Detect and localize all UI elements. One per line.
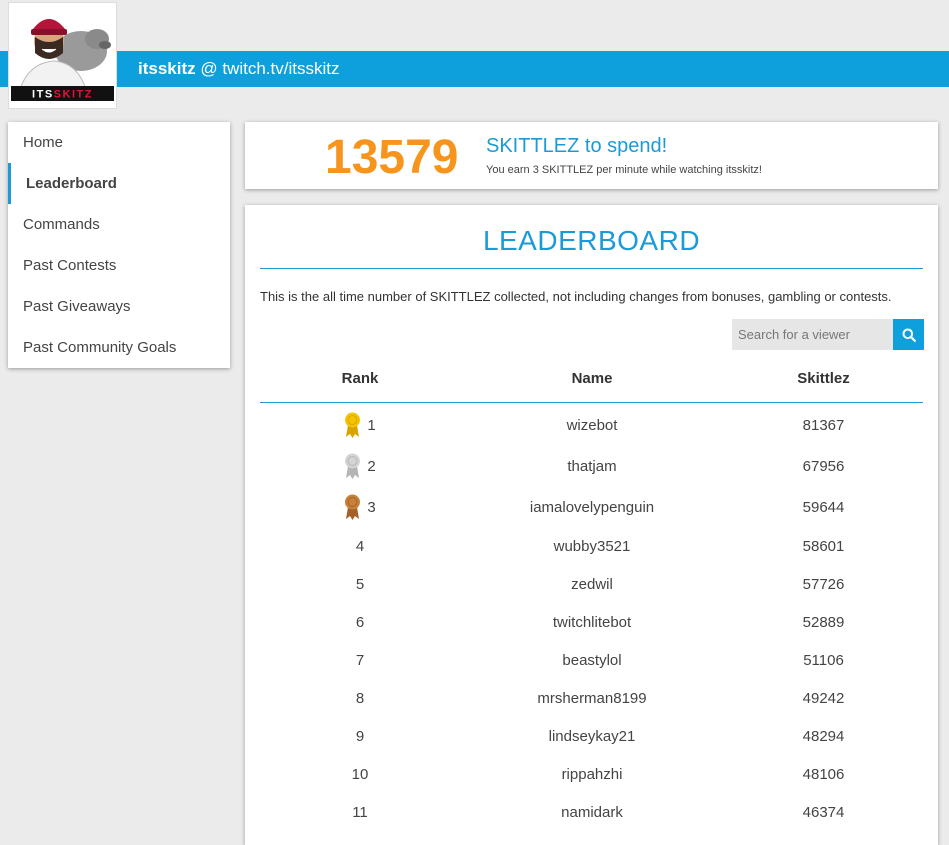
points-cell: 48106 [802, 766, 845, 783]
table-row: 8 mrsherman8199 49242 [260, 680, 923, 718]
leaderboard-table-body: 1 wizebot 81367 2 thatjam 67956 3 iamalovelypen… [260, 405, 923, 832]
viewer-name[interactable]: thatjam [460, 446, 724, 487]
avatar-illustration: ITSSKITZ [9, 3, 116, 108]
table-row: 3 iamalovelypenguin 59644 [260, 487, 923, 528]
points-cell: 59644 [802, 499, 845, 516]
table-row: 2 thatjam 67956 [260, 446, 923, 487]
rank-cell: 7 [260, 642, 460, 680]
table-row: 4 wubby3521 58601 [260, 528, 923, 566]
rank-content: 8 [356, 680, 364, 718]
channel-name: itsskitz [138, 59, 196, 78]
channel-title: itsskitz @ twitch.tv/itsskitz [138, 51, 339, 87]
rank-content: 9 [356, 718, 364, 756]
table-row: 11 namidark 46374 [260, 794, 923, 832]
sidebar-item-commands[interactable]: Commands [8, 204, 230, 245]
table-row: 10 rippahzhi 48106 [260, 756, 923, 794]
search-input[interactable] [732, 319, 893, 350]
column-header-name[interactable]: Name [460, 370, 724, 387]
channel-avatar[interactable]: ITSSKITZ [8, 2, 117, 109]
rank-cell: 10 [260, 756, 460, 794]
table-row: 5 zedwil 57726 [260, 566, 923, 604]
points-card: 13579 SKITTLEZ to spend! You earn 3 SKIT… [245, 122, 938, 189]
rank-number: 2 [367, 458, 376, 475]
rank-number: 8 [355, 690, 365, 707]
rank-content: 7 [356, 642, 364, 680]
rank-cell: 8 [260, 680, 460, 718]
rank-number: 10 [351, 766, 369, 783]
sidebar-item-home[interactable]: Home [8, 122, 230, 163]
rank-number: 5 [355, 576, 365, 593]
points-cell: 46374 [802, 804, 845, 821]
table-row: 7 beastylol 51106 [260, 642, 923, 680]
search-button[interactable] [893, 319, 924, 350]
rank-content: 3 [344, 487, 376, 528]
points-title: SKITTLEZ to spend! [486, 135, 668, 157]
rank-content: 11 [352, 794, 368, 832]
bronze-medal-icon [345, 494, 361, 520]
viewer-name[interactable]: wubby3521 [460, 528, 724, 566]
leaderboard-card: LEADERBOARD This is the all time number … [245, 205, 938, 845]
column-header-rank[interactable]: Rank [260, 370, 460, 387]
table-row: 1 wizebot 81367 [260, 405, 923, 446]
rank-content: 10 [352, 756, 369, 794]
search-icon [902, 328, 916, 342]
column-header-points[interactable]: Skittlez [724, 370, 923, 387]
header-divider [260, 402, 923, 403]
svg-text:ITSSKITZ: ITSSKITZ [32, 89, 93, 101]
page-title: LEADERBOARD [482, 225, 701, 256]
points-cell: 81367 [802, 417, 845, 434]
rank-cell: 4 [260, 528, 460, 566]
silver-medal-icon [345, 453, 361, 479]
leaderboard-description: This is the all time number of SKITTLEZ … [260, 289, 892, 304]
viewer-name[interactable]: zedwil [460, 566, 724, 604]
viewer-name[interactable]: namidark [460, 794, 724, 832]
rank-cell: 6 [260, 604, 460, 642]
points-cell: 67956 [802, 458, 845, 475]
points-cell: 49242 [802, 690, 845, 707]
points-cell: 58601 [802, 538, 845, 555]
gold-medal-icon [345, 412, 361, 438]
viewer-name[interactable]: twitchlitebot [460, 604, 724, 642]
sidebar-item-past-contests[interactable]: Past Contests [8, 245, 230, 286]
points-cell: 48294 [802, 728, 845, 745]
rank-cell: 5 [260, 566, 460, 604]
table-row: 9 lindseykay21 48294 [260, 718, 923, 756]
rank-cell: 9 [260, 718, 460, 756]
title-divider [260, 268, 923, 269]
rank-content: 5 [356, 566, 364, 604]
viewer-name[interactable]: mrsherman8199 [460, 680, 724, 718]
rank-number: 7 [355, 652, 365, 669]
viewer-name[interactable]: wizebot [460, 405, 724, 446]
points-cell: 57726 [802, 576, 845, 593]
points-balance: 13579 [325, 131, 459, 184]
rank-number: 9 [355, 728, 365, 745]
rank-cell: 11 [260, 794, 460, 832]
channel-link[interactable]: @ twitch.tv/itsskitz [200, 59, 339, 78]
rank-content: 2 [344, 446, 376, 487]
rank-content: 4 [356, 528, 364, 566]
rank-number: 3 [367, 499, 376, 516]
viewer-name[interactable]: beastylol [460, 642, 724, 680]
viewer-name[interactable]: rippahzhi [460, 756, 724, 794]
table-header: Rank Name Skittlez [260, 370, 923, 402]
viewer-name[interactable]: iamalovelypenguin [460, 487, 724, 528]
sidebar-nav: Home Leaderboard Commands Past Contests … [8, 122, 230, 368]
sidebar-item-past-giveaways[interactable]: Past Giveaways [8, 286, 230, 327]
rank-content: 6 [356, 604, 364, 642]
table-row: 6 twitchlitebot 52889 [260, 604, 923, 642]
points-cell: 51106 [803, 652, 844, 669]
points-cell: 52889 [802, 614, 845, 631]
viewer-name[interactable]: lindseykay21 [460, 718, 724, 756]
points-subtitle: You earn 3 SKITTLEZ per minute while wat… [486, 164, 762, 176]
rank-number: 1 [367, 417, 376, 434]
sidebar-item-leaderboard[interactable]: Leaderboard [8, 163, 230, 204]
rank-number: 11 [352, 804, 368, 821]
rank-number: 6 [355, 614, 365, 631]
rank-content: 1 [344, 405, 376, 446]
rank-number: 4 [355, 538, 365, 555]
sidebar-item-past-community-goals[interactable]: Past Community Goals [8, 327, 230, 368]
